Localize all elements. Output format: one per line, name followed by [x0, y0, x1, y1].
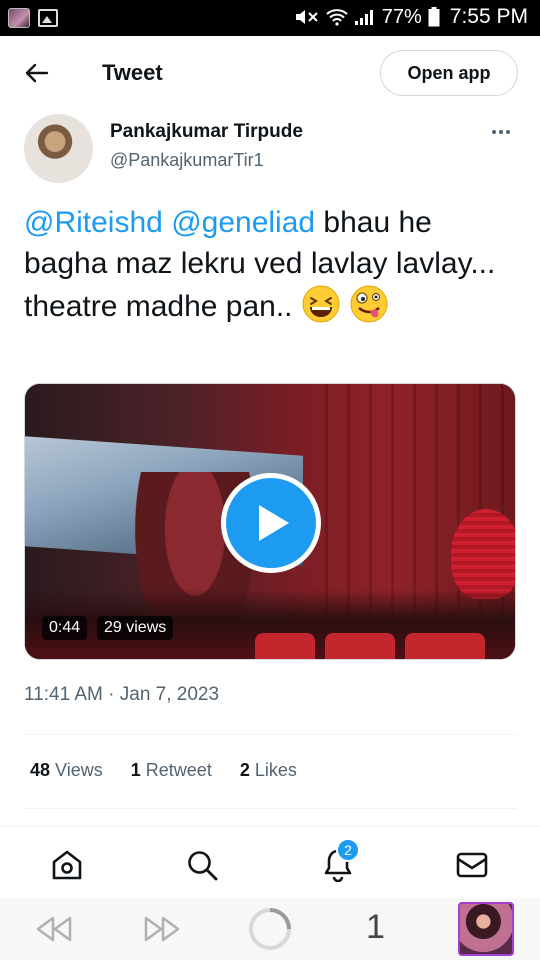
likes-count: 2 [239, 760, 250, 780]
grinning-squinting-face-emoji-icon [301, 284, 341, 324]
status-left [8, 8, 58, 28]
back-arrow-icon[interactable] [22, 58, 52, 88]
seat-shape [255, 633, 315, 659]
video-views: 29 views [97, 616, 174, 640]
retweets-count: 1 [130, 760, 141, 780]
wifi-icon [326, 8, 348, 26]
battery-percent: 77% [381, 5, 422, 28]
divider [24, 808, 516, 809]
app-notification-icon [8, 8, 30, 28]
author-name[interactable]: Pankajkumar Tirpude [110, 121, 303, 143]
browser-toolbar: 1 [0, 898, 540, 960]
notification-badge: 2 [336, 838, 360, 862]
play-button-icon[interactable] [221, 473, 321, 573]
retweets-label: Retweet [145, 760, 212, 780]
profile-thumbnail[interactable] [458, 902, 514, 956]
views-count: 48 [30, 760, 51, 780]
avatar[interactable] [24, 114, 93, 183]
status-bar: 77% 7:55 PM [0, 0, 540, 36]
status-right: 77% 7:55 PM [294, 5, 528, 29]
rewind-back-icon[interactable] [32, 908, 76, 950]
views-label: Views [55, 760, 103, 780]
likes-label: Likes [254, 760, 297, 780]
divider [24, 734, 516, 735]
loading-spinner-icon [247, 908, 293, 950]
signal-icon [354, 8, 376, 26]
retweets-stat[interactable]: 1 Retweet [131, 760, 212, 781]
home-icon[interactable] [49, 847, 85, 883]
mention-link[interactable]: @geneliad [171, 206, 315, 239]
mute-icon [294, 8, 320, 26]
tweet-stats: 48 Views 1 Retweet 2 Likes [30, 760, 297, 781]
likes-stat[interactable]: 2 Likes [240, 760, 297, 781]
bottom-nav: 2 [0, 826, 540, 898]
tweet-header: Tweet Open app [0, 36, 540, 112]
zany-face-emoji-icon [349, 284, 389, 324]
battery-icon [428, 7, 440, 27]
more-options-icon[interactable] [488, 122, 514, 142]
gallery-notification-icon [38, 9, 58, 27]
video-player[interactable]: 0:44 29 views [24, 383, 516, 660]
tweet-text: @Riteishd @geneliad bhau he bagha maz le… [24, 202, 519, 327]
video-thumbnail-hat [451, 509, 515, 599]
tab-count[interactable]: 1 [366, 908, 385, 947]
open-app-button[interactable]: Open app [380, 50, 518, 96]
mention-link[interactable]: @Riteishd [24, 206, 163, 239]
messages-mail-icon[interactable] [454, 847, 490, 883]
tweet-timestamp[interactable]: 11:41 AM · Jan 7, 2023 [24, 684, 219, 706]
fast-forward-icon[interactable] [140, 908, 184, 950]
views-stat[interactable]: 48 Views [30, 760, 103, 781]
seat-shape [325, 633, 395, 659]
seat-shape [405, 633, 485, 659]
search-icon[interactable] [184, 847, 220, 883]
clock: 7:55 PM [449, 5, 528, 28]
author-handle[interactable]: @PankajkumarTir1 [110, 150, 264, 171]
video-duration: 0:44 [42, 616, 88, 640]
page-title: Tweet [102, 60, 163, 85]
